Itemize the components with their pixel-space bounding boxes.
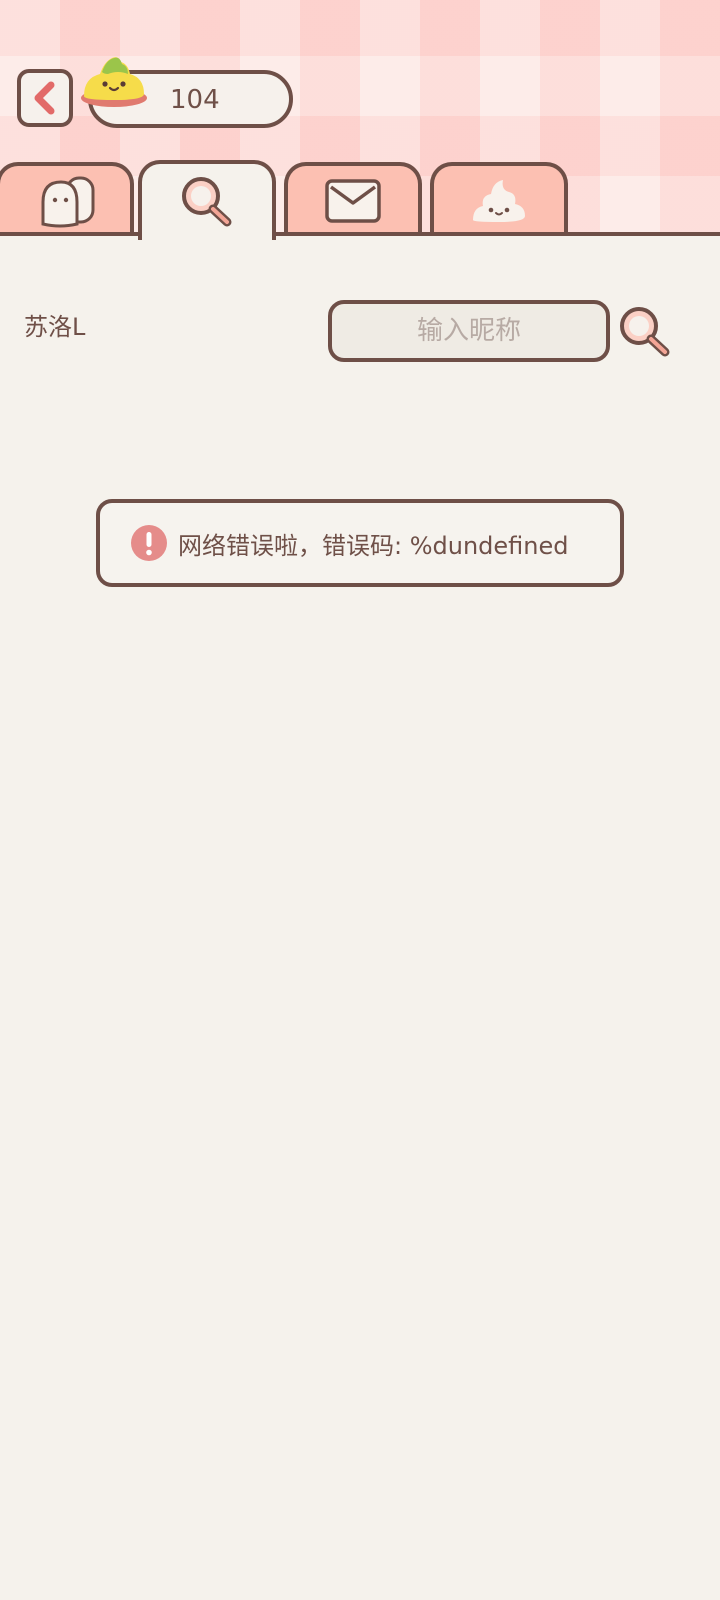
friends-icon — [41, 176, 95, 228]
slime-mascot-icon — [81, 57, 147, 107]
nickname-search-input[interactable] — [328, 300, 610, 362]
search-icon — [620, 307, 670, 357]
tab-bar-divider — [0, 232, 720, 236]
poop-icon — [473, 180, 525, 222]
tab-search[interactable] — [138, 160, 276, 240]
error-toast: 网络错误啦，错误码: %dundefined — [96, 499, 624, 587]
chevron-left-icon — [34, 81, 55, 115]
coin-count: 104 — [170, 85, 220, 115]
back-button[interactable] — [17, 69, 73, 127]
search-button[interactable] — [614, 302, 676, 364]
tab-mail[interactable] — [284, 162, 422, 236]
current-username: 苏洛L — [24, 313, 86, 341]
search-icon — [182, 177, 232, 227]
mail-icon — [325, 179, 381, 223]
error-message: 网络错误啦，错误码: %dundefined — [178, 531, 569, 560]
tab-friends[interactable] — [0, 162, 134, 236]
tab-poop[interactable] — [430, 162, 568, 236]
alert-icon — [131, 525, 167, 561]
